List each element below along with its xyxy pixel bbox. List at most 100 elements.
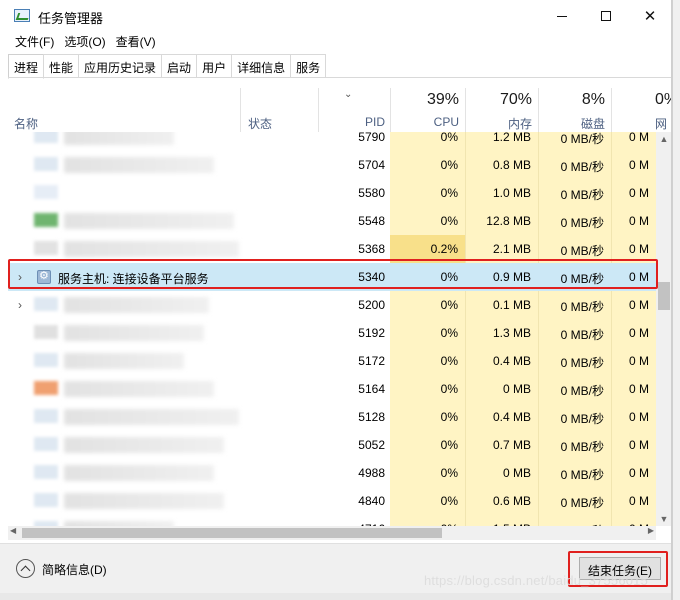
process-icon xyxy=(34,381,58,395)
tab-app-history[interactable]: 应用历史记录 xyxy=(78,54,163,78)
disk-label: 磁盘 xyxy=(580,117,605,131)
process-row[interactable]: 5052 0% 0.7 MB 0 MB/秒 0 M xyxy=(8,431,656,459)
process-row[interactable]: 5704 0% 0.8 MB 0 MB/秒 0 M xyxy=(8,151,656,179)
collapse-icon[interactable] xyxy=(16,559,35,578)
menu-view[interactable]: 查看(V) xyxy=(111,30,161,52)
title-bar[interactable]: 任务管理器 ✕ xyxy=(0,0,671,32)
vertical-scroll-thumb[interactable] xyxy=(658,282,670,310)
vertical-scrollbar[interactable]: ▲ ▼ xyxy=(656,132,671,526)
tab-startup[interactable]: 启动 xyxy=(161,54,198,78)
process-icon xyxy=(34,157,58,171)
memory-total: 70% xyxy=(499,91,532,108)
process-pid: 4988 xyxy=(358,466,385,480)
horizontal-scroll-thumb[interactable] xyxy=(22,528,442,538)
tab-services[interactable]: 服务 xyxy=(290,54,327,78)
process-memory: 0.4 MB xyxy=(492,354,531,368)
process-cpu: 0% xyxy=(440,382,458,396)
horizontal-scrollbar[interactable]: ◀ ▶ xyxy=(8,526,656,540)
memory-label: 内存 xyxy=(507,117,532,131)
tab-details[interactable]: 详细信息 xyxy=(231,54,292,78)
close-button[interactable]: ✕ xyxy=(628,0,671,32)
fewer-details-link[interactable]: 简略信息(D) xyxy=(42,561,107,578)
maximize-icon xyxy=(601,11,611,21)
process-pid: 5192 xyxy=(358,326,385,340)
process-row[interactable]: 5548 0% 12.8 MB 0 MB/秒 0 M xyxy=(8,207,656,235)
process-memory: 0.8 MB xyxy=(492,158,531,172)
process-cpu: 0% xyxy=(440,466,458,480)
process-pid: 5548 xyxy=(358,214,385,228)
process-disk: 0 MB/秒 xyxy=(560,160,604,174)
process-pid: 5200 xyxy=(358,298,385,312)
process-disk: 0 MB/秒 xyxy=(560,356,604,370)
process-cpu: 0% xyxy=(440,298,458,312)
scroll-up-icon[interactable]: ▲ xyxy=(656,134,671,144)
process-pid: 5172 xyxy=(358,354,385,368)
process-memory: 1.2 MB xyxy=(492,132,531,144)
redacted-process-name xyxy=(64,297,209,313)
header-network[interactable]: 0% 网络 xyxy=(611,88,671,132)
process-memory: 0.7 MB xyxy=(492,438,531,452)
process-row[interactable]: 4988 0% 0 MB 0 MB/秒 0 M xyxy=(8,459,656,487)
network-total: 0% xyxy=(655,91,671,108)
tab-users[interactable]: 用户 xyxy=(196,54,233,78)
minimize-button[interactable] xyxy=(540,0,584,32)
header-cpu[interactable]: 39% CPU xyxy=(390,88,465,132)
process-pid: 4840 xyxy=(358,494,385,508)
process-memory: 0.1 MB xyxy=(492,298,531,312)
maximize-button[interactable] xyxy=(584,0,628,32)
scroll-left-icon[interactable]: ◀ xyxy=(10,526,16,535)
tab-divider xyxy=(8,77,671,78)
process-row[interactable]: › 5200 0% 0.1 MB 0 MB/秒 0 M xyxy=(8,291,656,319)
header-status[interactable]: 状态 xyxy=(248,115,272,132)
scroll-down-icon[interactable]: ▼ xyxy=(656,514,671,524)
redacted-process-name xyxy=(64,465,214,481)
process-pid: 5580 xyxy=(358,186,385,200)
menu-file[interactable]: 文件(F) xyxy=(10,30,59,52)
process-network: 0 M xyxy=(628,466,649,480)
sort-arrow-icon: ⌄ xyxy=(344,89,353,100)
header-divider xyxy=(240,88,241,132)
expand-chevron-icon[interactable]: › xyxy=(18,298,22,312)
process-network: 0 M xyxy=(628,438,649,452)
process-network: 0 M xyxy=(628,186,649,200)
tab-processes[interactable]: 进程 xyxy=(8,54,45,79)
process-icon xyxy=(34,353,58,367)
process-row[interactable]: 5164 0% 0 MB 0 MB/秒 0 M xyxy=(8,375,656,403)
process-network: 0 M xyxy=(628,354,649,368)
process-disk: 0 MB/秒 xyxy=(560,328,604,342)
process-icon xyxy=(34,465,58,479)
process-icon xyxy=(34,493,58,507)
header-memory[interactable]: 70% 内存 xyxy=(465,88,538,132)
tab-performance[interactable]: 性能 xyxy=(43,54,80,78)
process-memory: 0.6 MB xyxy=(492,494,531,508)
process-row[interactable]: 5192 0% 1.3 MB 0 MB/秒 0 M xyxy=(8,319,656,347)
header-disk[interactable]: 8% 磁盘 xyxy=(538,88,611,132)
process-memory: 0 MB xyxy=(502,382,531,396)
window-title: 任务管理器 xyxy=(38,11,104,26)
process-disk: 0 MB/秒 xyxy=(560,412,604,426)
process-row[interactable]: 47160%1.5 MB0 MB/秒0 M xyxy=(8,515,656,526)
process-memory: 12.8 MB xyxy=(486,214,531,228)
selected-row-highlight xyxy=(8,259,658,289)
process-network: 0 M xyxy=(628,382,649,396)
redacted-process-name xyxy=(64,325,204,341)
process-pid: 5052 xyxy=(358,438,385,452)
process-row[interactable]: 4840 0% 0.6 MB 0 MB/秒 0 M xyxy=(8,487,656,515)
watermark: https://blog.csdn.net/baidu_37556015 xyxy=(424,573,649,588)
process-row[interactable]: 5172 0% 0.4 MB 0 MB/秒 0 M xyxy=(8,347,656,375)
redacted-process-name xyxy=(64,353,184,369)
header-pid[interactable]: PID xyxy=(318,115,390,129)
scroll-right-icon[interactable]: ▶ xyxy=(648,526,654,535)
process-pid: 5704 xyxy=(358,158,385,172)
process-network: 0 M xyxy=(628,410,649,424)
redacted-process-name xyxy=(64,409,239,425)
process-icon xyxy=(34,132,58,143)
process-row[interactable]: 5580 0% 1.0 MB 0 MB/秒 0 M xyxy=(8,179,656,207)
header-name[interactable]: 名称 xyxy=(14,115,38,132)
process-network: 0 M xyxy=(628,326,649,340)
process-cpu: 0% xyxy=(440,438,458,452)
process-row[interactable]: 5790 0% 1.2 MB 0 MB/秒 0 M xyxy=(8,132,656,151)
menu-options[interactable]: 选项(O) xyxy=(59,30,110,52)
process-cpu: 0% xyxy=(440,214,458,228)
process-row[interactable]: 5128 0% 0.4 MB 0 MB/秒 0 M xyxy=(8,403,656,431)
